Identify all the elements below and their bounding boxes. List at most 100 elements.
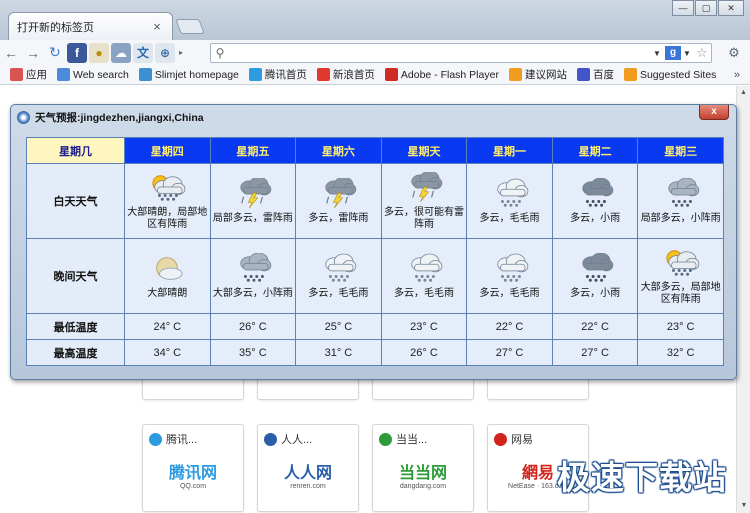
forward-arrow-icon[interactable]: → xyxy=(22,42,44,64)
bookmark-item[interactable]: 腾讯首页 xyxy=(248,67,307,82)
bookmark-item[interactable]: 应用 xyxy=(10,67,47,82)
bookmark-label: 应用 xyxy=(26,69,47,81)
site-logo: 当当网 dangdang.com xyxy=(373,459,473,490)
day-weather-description: 多云，雷阵雨 xyxy=(308,212,369,224)
drizzle-icon xyxy=(496,178,528,207)
watermark-text: 极速下载站 xyxy=(557,458,727,497)
bookmark-label: Adobe - Flash Player xyxy=(400,68,499,81)
high-temperature-value: 34° C xyxy=(124,339,211,366)
high-temp-row-label: 最高温度 xyxy=(26,339,125,366)
renren-icon xyxy=(264,432,277,446)
site-logo: 腾讯网 QQ.com xyxy=(143,459,243,490)
weather-forecast-table: 星期几 星期四 星期五 星期六 星期天 星期一 星期二 星期三 白天天气 大部晴朗，局部地区… xyxy=(26,137,724,366)
light-rain-icon xyxy=(668,177,699,207)
low-temperature-value: 22° C xyxy=(466,313,553,340)
suggest-icon xyxy=(508,68,522,81)
bookmark-item[interactable]: Slimjet homepage xyxy=(138,68,239,81)
day-weather-cell: 局部多云，小阵雨 xyxy=(637,163,724,239)
weekday-header: 星期三 xyxy=(637,137,724,164)
adobe-icon xyxy=(384,68,398,81)
day-weather-row-label: 白天天气 xyxy=(26,163,125,239)
rain-icon xyxy=(582,177,614,207)
day-weather-description: 多云，毛毛雨 xyxy=(479,212,540,224)
thunderstorm-icon xyxy=(325,177,357,208)
night-weather-cell: 多云，小雨 xyxy=(551,238,639,314)
night-weather-cell: 大部晴朗 xyxy=(124,238,211,314)
high-temperature-value: 27° C xyxy=(466,339,553,366)
site-logo-subtext: renren.com xyxy=(290,483,326,490)
drizzle-icon xyxy=(325,253,357,282)
weekday-header: 星期六 xyxy=(295,137,382,164)
bookmark-label: 腾讯首页 xyxy=(264,69,307,81)
tab-new-tab[interactable]: 打开新的标签页 × xyxy=(8,12,173,40)
address-input[interactable] xyxy=(229,47,653,59)
reload-icon[interactable]: ↻ xyxy=(44,42,66,64)
thunderstorm-icon xyxy=(240,177,272,208)
bookmark-item[interactable]: 新浪首页 xyxy=(316,67,375,82)
tab-close-icon[interactable]: × xyxy=(150,19,164,34)
close-weather-button[interactable]: x xyxy=(699,105,729,120)
site-logo-text: 腾讯网 xyxy=(168,465,217,482)
most-visited-tile[interactable]: 当当... 当当网 dangdang.com xyxy=(372,424,474,512)
vertical-scrollbar[interactable]: ▲ ▼ xyxy=(736,86,750,513)
bookmark-item[interactable]: Web search xyxy=(57,68,129,81)
low-temperature-value: 23° C xyxy=(380,313,468,340)
search-engine-dropdown-icon[interactable]: ▼ xyxy=(683,49,693,58)
high-temperature-value: 31° C xyxy=(295,339,382,366)
wrench-menu-icon[interactable]: ⚙ xyxy=(724,43,744,63)
night-weather-description: 多云，小雨 xyxy=(570,287,621,299)
tencent-icon xyxy=(248,68,262,81)
search-engine-icon[interactable]: g xyxy=(665,46,681,60)
extensions-overflow-icon[interactable]: ▸ xyxy=(176,42,186,64)
day-weather-description: 局部多云，雷阵雨 xyxy=(212,212,293,224)
title-bar: 打开新的标签页 × — ▢ ✕ xyxy=(0,0,750,40)
lightbulb-extension-icon[interactable]: ● xyxy=(89,42,109,63)
facebook-extension-icon[interactable]: f xyxy=(67,42,87,63)
most-visited-tile[interactable]: 人人... 人人网 renren.com xyxy=(257,424,359,512)
tile-header: 网易 xyxy=(488,425,588,447)
most-visited-tile[interactable]: 腾讯... 腾讯网 QQ.com xyxy=(142,424,244,512)
bookmark-item[interactable]: 百度 xyxy=(576,67,614,82)
high-temperature-value: 35° C xyxy=(209,339,297,366)
address-bar[interactable]: ⚲ ▼ g ▼ ☆ xyxy=(210,43,712,63)
tile-title: 网易 xyxy=(511,434,533,446)
weekday-header: 星期五 xyxy=(209,137,297,164)
high-temperature-value: 32° C xyxy=(637,339,724,366)
bookmarks-overflow-icon[interactable]: » xyxy=(734,69,740,81)
translate-extension-icon[interactable]: 文 xyxy=(133,42,153,63)
site-logo: 人人网 renren.com xyxy=(258,459,358,490)
bookmark-label: 建议网站 xyxy=(524,69,567,81)
weekday-header: 星期天 xyxy=(380,137,468,164)
back-arrow-icon[interactable]: ← xyxy=(0,42,22,64)
search-icon: ⚲ xyxy=(215,46,225,60)
night-weather-description: 多云，毛毛雨 xyxy=(393,287,454,299)
suggested-icon xyxy=(623,68,637,81)
night-weather-description: 大部晴朗 xyxy=(147,287,188,299)
zoom-extension-icon[interactable]: ⊕ xyxy=(155,42,175,63)
low-temperature-value: 23° C xyxy=(637,313,724,340)
weather-extension-icon[interactable]: ☁ xyxy=(111,42,131,63)
close-window-button[interactable]: ✕ xyxy=(718,0,744,16)
low-temperature-value: 26° C xyxy=(209,313,297,340)
thunderstorm-icon xyxy=(411,171,443,202)
apps-icon xyxy=(10,68,23,81)
night-weather-cell: 多云，毛毛雨 xyxy=(466,238,553,314)
night-weather-description: 大部多云，局部地区有阵雨 xyxy=(640,281,721,305)
tile-header: 人人... xyxy=(258,425,358,447)
address-dropdown-icon[interactable]: ▼ xyxy=(653,49,663,58)
minimize-button[interactable]: — xyxy=(672,0,694,16)
scroll-down-arrow-icon[interactable]: ▼ xyxy=(737,499,750,513)
maximize-button[interactable]: ▢ xyxy=(695,0,717,16)
scroll-up-arrow-icon[interactable]: ▲ xyxy=(737,86,750,100)
partly-sunny-rain-icon xyxy=(152,174,186,201)
site-logo-subtext: QQ.com xyxy=(179,483,207,490)
bookmark-item[interactable]: 建议网站 xyxy=(508,67,567,82)
partly-sunny-rain-icon xyxy=(666,249,699,276)
bookmark-label: Web search xyxy=(73,68,129,81)
bookmark-item[interactable]: Adobe - Flash Player xyxy=(384,68,499,81)
bookmark-item[interactable]: Suggested Sites xyxy=(623,68,716,81)
new-tab-button[interactable] xyxy=(175,19,205,34)
low-temperature-value: 22° C xyxy=(551,313,639,340)
weekday-header: 星期一 xyxy=(466,137,553,164)
bookmark-star-icon[interactable]: ☆ xyxy=(693,45,711,61)
